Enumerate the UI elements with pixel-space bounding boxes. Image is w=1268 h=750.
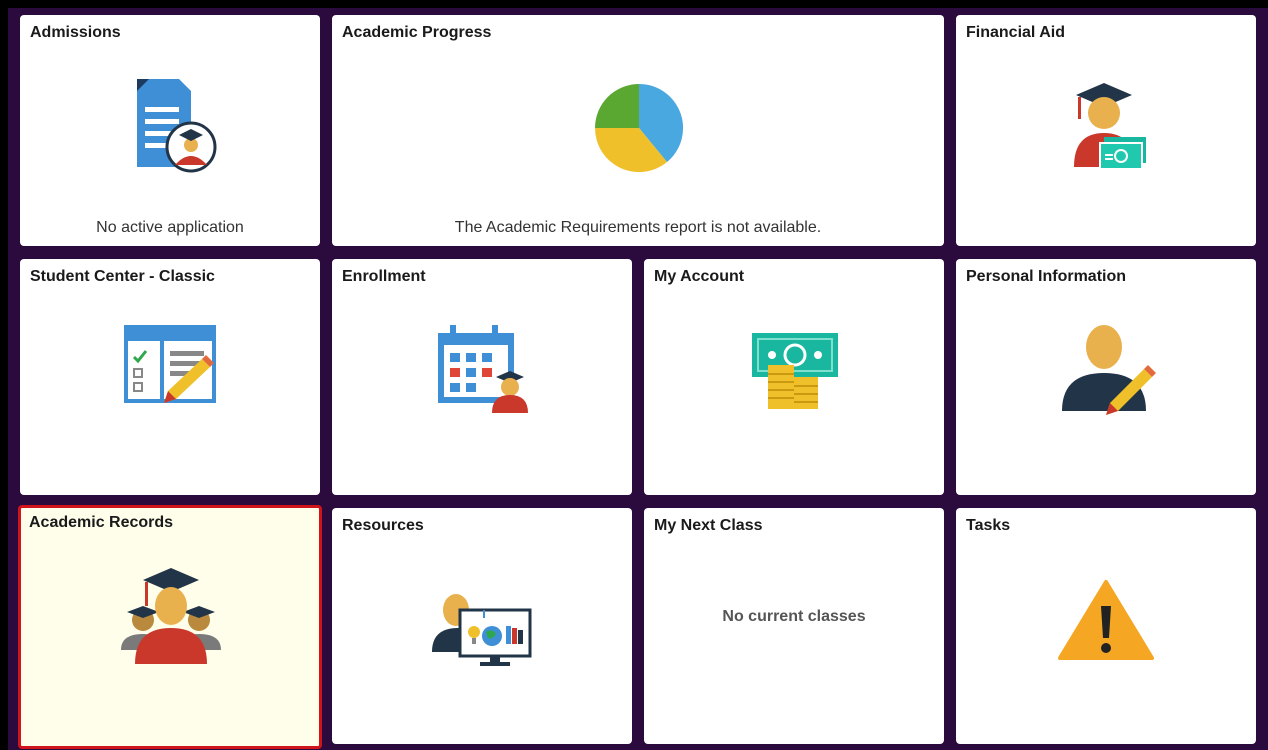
pie-chart-icon [594, 83, 684, 173]
tile-title: Resources [342, 517, 424, 534]
application-document-icon [137, 79, 217, 173]
tile-title: Tasks [966, 517, 1011, 534]
academic-records-tile[interactable]: Academic Records [18, 505, 322, 749]
person-pencil-icon [1062, 325, 1156, 415]
academic-requirements-status: The Academic Requirements report is not … [454, 219, 822, 236]
tile-title: Academic Records [29, 514, 174, 531]
graduate-money-icon [1074, 83, 1146, 170]
tile-title: Personal Information [966, 268, 1127, 285]
academic-progress-tile[interactable]: Academic Progress The Academic Requireme… [332, 15, 944, 246]
tasks-tile[interactable]: Tasks [956, 508, 1256, 744]
tile-title: Financial Aid [966, 24, 1065, 41]
warning-icon [1058, 580, 1154, 660]
tile-title: Enrollment [342, 268, 426, 285]
financial-aid-tile[interactable]: Financial Aid [956, 15, 1256, 246]
cash-coins-icon [752, 333, 838, 409]
tile-title: Student Center - Classic [30, 268, 215, 285]
tile-title: Academic Progress [342, 24, 492, 41]
checklist-pencil-icon [124, 325, 216, 403]
launchpad: Admissions No active application Academi… [8, 8, 1268, 750]
student-center-classic-tile[interactable]: Student Center - Classic [20, 259, 320, 495]
calendar-graduate-icon [438, 325, 528, 413]
my-account-tile[interactable]: My Account [644, 259, 944, 495]
enrollment-tile[interactable]: Enrollment [332, 259, 632, 495]
person-monitor-icon [432, 594, 532, 666]
tile-title: Admissions [30, 24, 121, 41]
admissions-tile[interactable]: Admissions No active application [20, 15, 320, 246]
resources-tile[interactable]: Resources [332, 508, 632, 744]
my-next-class-tile[interactable]: My Next Class No current classes [644, 508, 944, 744]
personal-information-tile[interactable]: Personal Information [956, 259, 1256, 495]
tile-title: My Next Class [654, 517, 763, 534]
no-current-classes-message: No current classes [722, 608, 866, 625]
admissions-status: No active application [96, 219, 244, 236]
graduates-group-icon [121, 568, 221, 664]
tile-title: My Account [654, 268, 745, 285]
